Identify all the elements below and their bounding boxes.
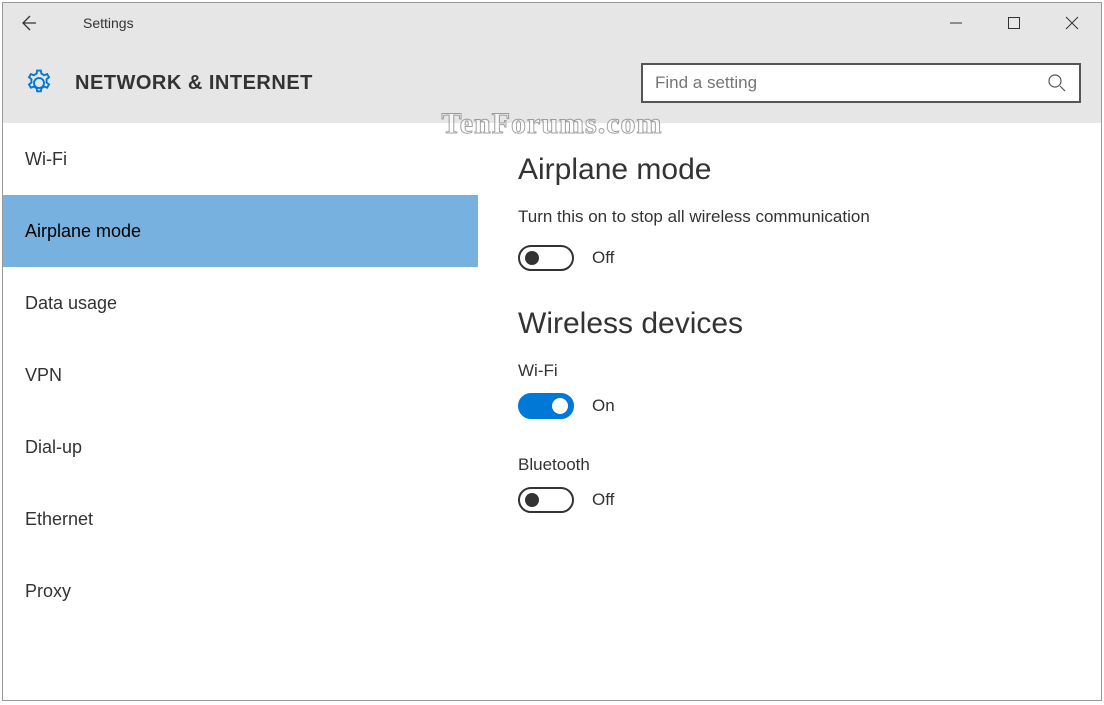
sidebar-item-airplane-mode[interactable]: Airplane mode (3, 195, 478, 267)
sidebar: Wi-Fi Airplane mode Data usage VPN Dial-… (3, 123, 478, 700)
gear-icon (23, 67, 55, 99)
sidebar-item-dial-up[interactable]: Dial-up (3, 411, 478, 483)
toggle-knob (525, 251, 539, 265)
airplane-mode-toggle[interactable] (518, 245, 574, 271)
wifi-toggle-row: On (518, 393, 1061, 419)
wifi-toggle[interactable] (518, 393, 574, 419)
airplane-mode-description: Turn this on to stop all wireless commun… (518, 207, 1061, 227)
maximize-button[interactable] (985, 3, 1043, 43)
header-left: NETWORK & INTERNET (23, 67, 313, 99)
bluetooth-block: Bluetooth Off (518, 455, 1061, 513)
settings-window: Settings (2, 2, 1102, 701)
sidebar-item-ethernet[interactable]: Ethernet (3, 483, 478, 555)
header: NETWORK & INTERNET (3, 43, 1101, 123)
sidebar-item-label: VPN (25, 365, 62, 386)
wifi-toggle-state: On (592, 396, 615, 416)
airplane-mode-toggle-state: Off (592, 248, 614, 268)
content-area: Wi-Fi Airplane mode Data usage VPN Dial-… (3, 123, 1101, 700)
airplane-mode-heading: Airplane mode (518, 153, 1061, 187)
page-title: NETWORK & INTERNET (75, 72, 313, 95)
minimize-button[interactable] (927, 3, 985, 43)
main-panel: Airplane mode Turn this on to stop all w… (478, 123, 1101, 700)
sidebar-item-proxy[interactable]: Proxy (3, 555, 478, 627)
app-title: Settings (83, 15, 134, 31)
search-icon (1047, 73, 1067, 93)
sidebar-item-label: Dial-up (25, 437, 82, 458)
titlebar: Settings (3, 3, 1101, 43)
window-controls (927, 3, 1101, 43)
toggle-knob (552, 398, 568, 414)
bluetooth-toggle-state: Off (592, 490, 614, 510)
maximize-icon (1008, 17, 1020, 29)
sidebar-item-label: Data usage (25, 293, 117, 314)
sidebar-item-wifi[interactable]: Wi-Fi (3, 123, 478, 195)
bluetooth-label: Bluetooth (518, 455, 1061, 475)
search-box[interactable] (641, 63, 1081, 103)
sidebar-item-data-usage[interactable]: Data usage (3, 267, 478, 339)
close-icon (1065, 16, 1079, 30)
back-arrow-icon (18, 13, 38, 33)
sidebar-item-label: Airplane mode (25, 221, 141, 242)
toggle-knob (525, 493, 539, 507)
wireless-devices-section: Wireless devices Wi-Fi On Bluetooth (518, 307, 1061, 513)
search-input[interactable] (655, 73, 1047, 93)
sidebar-item-label: Ethernet (25, 509, 93, 530)
wireless-devices-heading: Wireless devices (518, 307, 1061, 341)
bluetooth-toggle[interactable] (518, 487, 574, 513)
sidebar-item-label: Wi-Fi (25, 149, 67, 170)
bluetooth-toggle-row: Off (518, 487, 1061, 513)
back-button[interactable] (3, 3, 53, 43)
minimize-icon (950, 17, 962, 29)
airplane-mode-toggle-row: Off (518, 245, 1061, 271)
sidebar-item-label: Proxy (25, 581, 71, 602)
close-button[interactable] (1043, 3, 1101, 43)
wifi-label: Wi-Fi (518, 361, 1061, 381)
wifi-block: Wi-Fi On (518, 361, 1061, 419)
sidebar-item-vpn[interactable]: VPN (3, 339, 478, 411)
